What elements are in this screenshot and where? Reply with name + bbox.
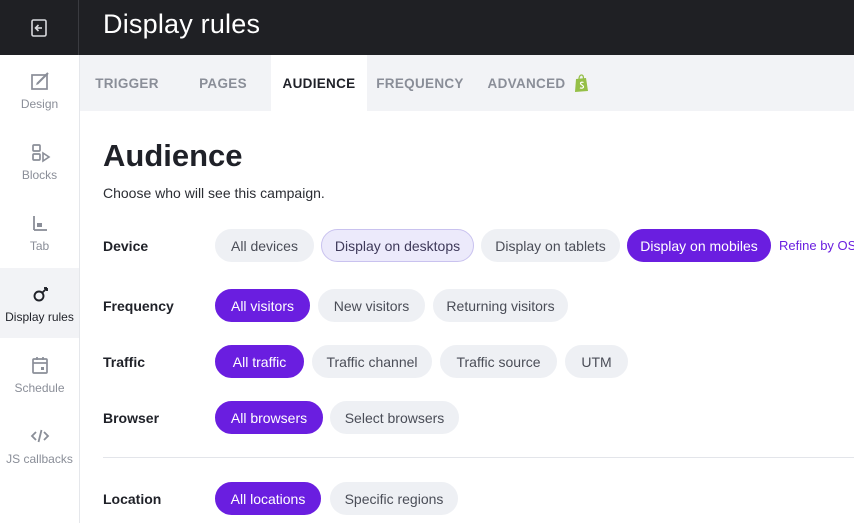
exit-icon: [31, 18, 47, 37]
sidebar-item-label: Schedule: [14, 381, 65, 395]
shopify-icon: [575, 73, 589, 92]
browser-label: Browser: [103, 410, 160, 426]
device-option-desktops[interactable]: Display on desktops: [321, 229, 474, 262]
tab-bar: TRIGGER PAGES AUDIENCE FREQUENCY ADVANCE…: [80, 55, 854, 111]
traffic-option-utm[interactable]: UTM: [565, 345, 628, 378]
location-label: Location: [103, 491, 162, 507]
device-label: Device: [103, 238, 149, 254]
frequency-option-all[interactable]: All visitors: [215, 289, 310, 322]
tab-icon: [32, 216, 47, 231]
sidebar-item-label: Blocks: [21, 168, 58, 182]
tab-trigger[interactable]: TRIGGER: [80, 55, 174, 111]
sidebar-item-schedule[interactable]: Schedule: [0, 339, 79, 409]
frequency-label: Frequency: [103, 298, 174, 314]
sidebar-item-label: JS callbacks: [6, 452, 73, 466]
refine-by-os-link[interactable]: Refine by OS: [779, 238, 854, 253]
tab-label: TRIGGER: [95, 75, 159, 91]
display-rules-icon: [33, 287, 48, 302]
sidebar-item-label: Display rules: [5, 310, 74, 324]
location-option-all[interactable]: All locations: [215, 482, 321, 515]
device-option-mobiles[interactable]: Display on mobiles: [627, 229, 771, 262]
sidebar-item-label: Design: [20, 97, 59, 111]
device-option-all[interactable]: All devices: [215, 229, 314, 262]
sidebar-item-js-callbacks[interactable]: JS callbacks: [0, 410, 79, 480]
tab-label: PAGES: [199, 75, 247, 91]
section-title: Audience: [103, 138, 243, 173]
blocks-icon: [31, 144, 50, 163]
sidebar-item-blocks[interactable]: Blocks: [0, 126, 79, 196]
sidebar-item-design[interactable]: Design: [0, 55, 79, 125]
traffic-option-all[interactable]: All traffic: [215, 345, 304, 378]
frequency-option-new[interactable]: New visitors: [318, 289, 425, 322]
page-title: Display rules: [103, 9, 261, 39]
sidebar-item-label: Tab: [29, 239, 50, 253]
audience-panel: Audience Choose who will see this campai…: [80, 111, 854, 523]
frequency-option-returning[interactable]: Returning visitors: [433, 289, 568, 322]
browser-option-all[interactable]: All browsers: [215, 401, 323, 434]
tab-advanced[interactable]: ADVANCED: [475, 55, 603, 111]
sidebar-item-display-rules[interactable]: Display rules: [0, 268, 79, 338]
tab-pages[interactable]: PAGES: [176, 55, 270, 111]
sidebar-item-tab[interactable]: Tab: [0, 197, 79, 267]
code-icon: [30, 429, 49, 443]
tab-label: FREQUENCY: [376, 75, 464, 91]
traffic-option-source[interactable]: Traffic source: [440, 345, 557, 378]
exit-button[interactable]: [0, 0, 79, 55]
calendar-icon: [31, 357, 48, 374]
design-icon: [30, 72, 49, 90]
location-option-specific[interactable]: Specific regions: [330, 482, 458, 515]
section-subtitle: Choose who will see this campaign.: [103, 185, 325, 201]
sidebar: Design Blocks Tab Display rules Schedule…: [0, 55, 80, 523]
top-header: Display rules: [0, 0, 854, 55]
traffic-option-channel[interactable]: Traffic channel: [312, 345, 432, 378]
browser-option-select[interactable]: Select browsers: [330, 401, 459, 434]
device-option-tablets[interactable]: Display on tablets: [481, 229, 620, 262]
section-divider: [103, 457, 854, 458]
traffic-label: Traffic: [103, 354, 146, 370]
tab-label: AUDIENCE: [282, 75, 356, 91]
tab-label: ADVANCED: [487, 75, 566, 91]
tab-audience[interactable]: AUDIENCE: [271, 55, 367, 111]
tab-frequency[interactable]: FREQUENCY: [367, 55, 473, 111]
